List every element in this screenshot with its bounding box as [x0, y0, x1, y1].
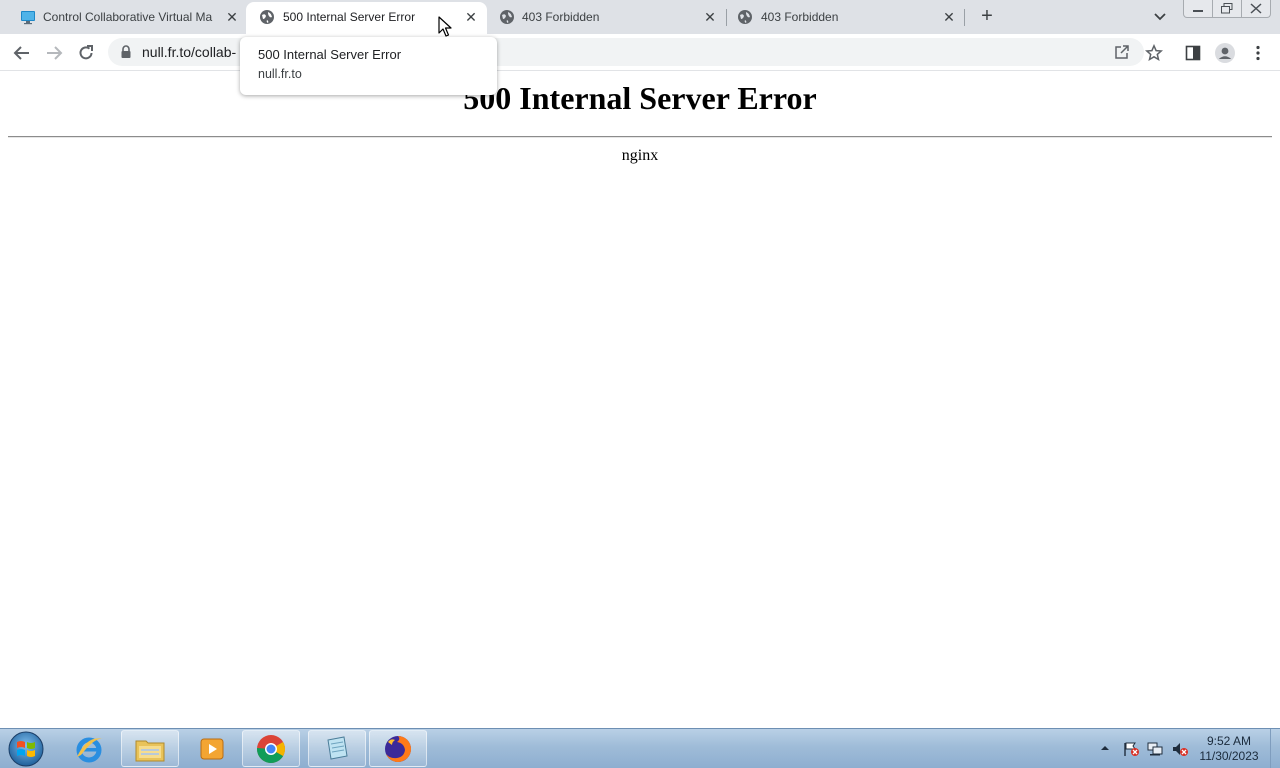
divider — [8, 136, 1272, 138]
firefox-icon — [385, 735, 411, 762]
star-icon — [1145, 44, 1163, 62]
side-panel-button[interactable] — [1182, 42, 1204, 64]
minimize-icon — [1193, 9, 1203, 12]
arrow-left-icon — [13, 46, 29, 60]
taskbar: 9:52 AM 11/30/2023 — [0, 728, 1280, 768]
show-desktop-button[interactable] — [1270, 729, 1280, 768]
restore-icon — [1221, 3, 1233, 14]
new-tab-button[interactable]: + — [976, 6, 998, 28]
tray-expand-icon[interactable] — [1100, 743, 1110, 753]
tab-close-icon[interactable]: ✕ — [940, 8, 958, 26]
tab-title: 500 Internal Server Error — [283, 10, 416, 24]
close-window-button[interactable] — [1242, 0, 1270, 17]
taskbar-chrome[interactable] — [242, 730, 300, 767]
globe-icon — [738, 10, 752, 24]
tab-hover-card: 500 Internal Server Error null.fr.to — [240, 37, 497, 95]
chevron-down-icon[interactable] — [1150, 8, 1170, 26]
folder-icon — [135, 740, 165, 761]
close-icon — [1250, 3, 1262, 14]
reload-button[interactable] — [75, 42, 97, 64]
media-player-icon — [200, 738, 224, 759]
tab-close-icon[interactable]: ✕ — [701, 8, 719, 26]
tab-title: 403 Forbidden — [761, 10, 839, 24]
url-text[interactable]: null.fr.to/collab- — [142, 44, 236, 60]
tab-title: Control Collaborative Virtual Ma — [43, 10, 213, 24]
taskbar-media-player[interactable] — [183, 730, 241, 767]
share-icon[interactable] — [1113, 43, 1131, 61]
window-controls — [1183, 0, 1271, 18]
tab-403-forbidden-2[interactable]: 403 Forbidden ✕ — [727, 0, 965, 34]
restore-button[interactable] — [1213, 0, 1242, 17]
hover-card-title: 500 Internal Server Error — [258, 47, 402, 62]
forward-button[interactable] — [43, 42, 65, 64]
server-name: nginx — [621, 147, 659, 164]
internet-explorer-icon — [76, 737, 103, 762]
monitor-icon — [21, 11, 35, 25]
taskbar-firefox[interactable] — [369, 730, 427, 767]
volume-muted-icon[interactable] — [1171, 741, 1189, 757]
system-clock[interactable]: 9:52 AM 11/30/2023 — [1192, 734, 1266, 764]
menu-button[interactable] — [1247, 42, 1269, 64]
tab-separator — [964, 9, 965, 26]
hover-card-domain: null.fr.to — [258, 67, 302, 81]
more-vertical-icon — [1256, 45, 1260, 61]
reload-icon — [79, 45, 93, 60]
back-button[interactable] — [11, 42, 33, 64]
taskbar-file-explorer[interactable] — [121, 730, 179, 767]
tab-close-icon[interactable]: ✕ — [462, 8, 480, 26]
clock-date: 11/30/2023 — [1199, 749, 1259, 763]
page-title: 500 Internal Server Error — [463, 80, 817, 116]
bookmark-button[interactable] — [1143, 42, 1165, 64]
notepad-icon — [327, 735, 348, 760]
lock-icon[interactable] — [120, 45, 132, 59]
mouse-cursor-icon — [438, 16, 452, 37]
tab-403-forbidden-1[interactable]: 403 Forbidden ✕ — [487, 0, 726, 34]
tab-control-collaborative[interactable]: Control Collaborative Virtual Ma ✕ — [6, 0, 246, 34]
arrow-right-icon — [47, 46, 63, 60]
browser-toolbar: null.fr.to/collab- — [0, 34, 1280, 71]
network-icon[interactable] — [1146, 741, 1164, 757]
globe-icon — [260, 10, 274, 24]
clock-time: 9:52 AM — [1206, 734, 1252, 748]
start-button[interactable] — [6, 730, 46, 768]
profile-button[interactable] — [1214, 42, 1236, 64]
page-content: 500 Internal Server Error nginx — [0, 72, 1280, 728]
avatar-icon — [1215, 43, 1235, 63]
tab-close-icon[interactable]: ✕ — [223, 8, 241, 26]
taskbar-notepad[interactable] — [308, 730, 366, 767]
taskbar-internet-explorer[interactable] — [60, 730, 118, 767]
chrome-icon — [257, 734, 285, 763]
side-panel-icon — [1185, 45, 1201, 61]
tab-strip: Control Collaborative Virtual Ma ✕ 500 I… — [0, 0, 1280, 34]
action-center-flag-icon[interactable] — [1122, 741, 1140, 757]
globe-icon — [500, 10, 514, 24]
tab-title: 403 Forbidden — [522, 10, 600, 24]
minimize-button[interactable] — [1184, 0, 1213, 17]
